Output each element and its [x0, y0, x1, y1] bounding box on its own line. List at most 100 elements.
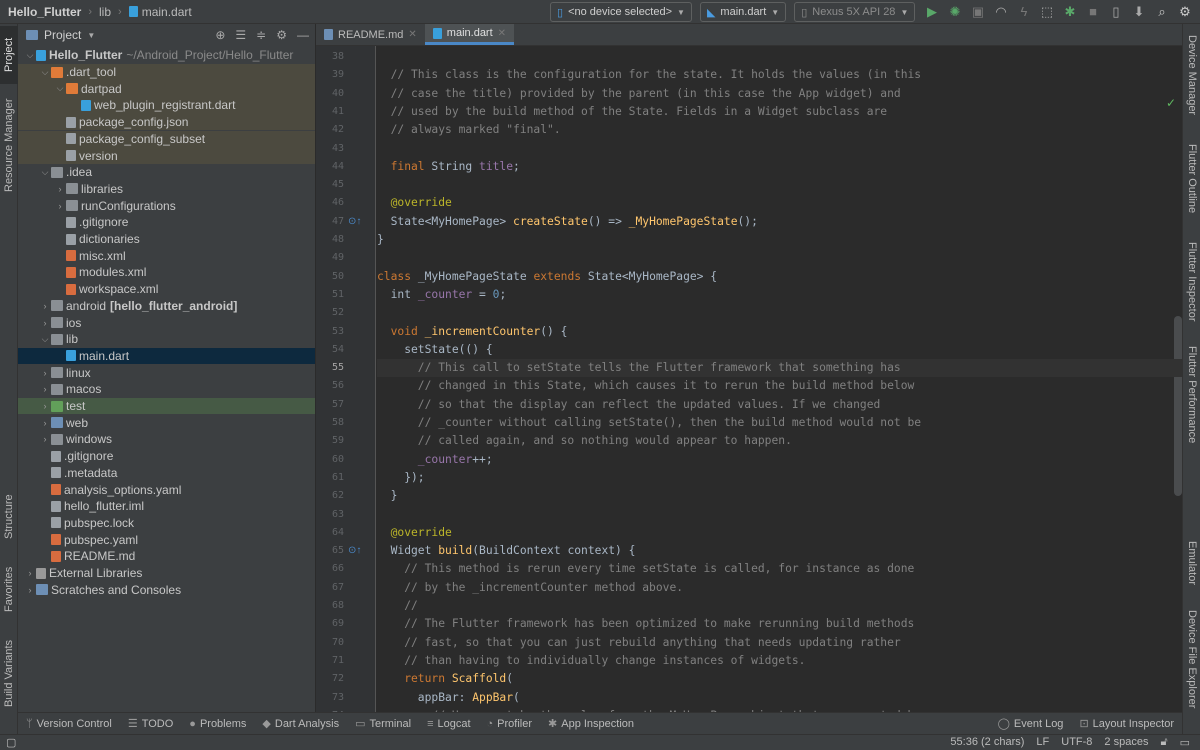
code-line[interactable]: Widget build(BuildContext context) {	[377, 542, 1182, 560]
chevron-right-icon[interactable]: ›	[39, 318, 51, 328]
tool-window-app-inspection[interactable]: ✱ App Inspection	[540, 717, 642, 731]
code-line[interactable]	[377, 304, 1182, 322]
code-line[interactable]: // so that the display can reflect the u…	[377, 396, 1182, 414]
locate-file-icon[interactable]: ⊕	[215, 28, 225, 42]
chevron-right-icon[interactable]: ›	[39, 434, 51, 444]
tab-device-manager[interactable]: Device Manager	[1183, 30, 1200, 120]
run-icon[interactable]: ▶	[925, 3, 939, 21]
code-line[interactable]: int _counter = 0;	[377, 286, 1182, 304]
breadcrumb-file[interactable]: main.dart	[142, 5, 192, 19]
chevron-right-icon[interactable]: ›	[39, 301, 51, 311]
line-separator[interactable]: LF	[1036, 736, 1049, 749]
device-manager-icon[interactable]: ▯	[1109, 3, 1123, 21]
chevron-right-icon[interactable]: ›	[54, 184, 66, 194]
file-encoding[interactable]: UTF-8	[1061, 736, 1092, 749]
caret-position[interactable]: 55:36 (2 chars)	[950, 736, 1024, 749]
code-line[interactable]	[377, 249, 1182, 267]
code-line[interactable]: setState(() {	[377, 341, 1182, 359]
code-line[interactable]: // called again, and so nothing would ap…	[377, 432, 1182, 450]
flutter-attach-icon[interactable]: ✱	[1063, 3, 1077, 21]
code-line[interactable]: // by the _incrementCounter method above…	[377, 579, 1182, 597]
code-line[interactable]: // changed in this State, which causes i…	[377, 377, 1182, 395]
tree-item[interactable]: web_plugin_registrant.dart	[18, 97, 315, 114]
tool-window-terminal[interactable]: ▭ Terminal	[347, 717, 419, 731]
tab-favorites[interactable]: Favorites	[0, 556, 18, 622]
editor-tab[interactable]: main.dart ✕	[424, 24, 515, 45]
tool-window-version-control[interactable]: ᛘ Version Control	[18, 718, 120, 730]
code-line[interactable]: // always marked "final".	[377, 121, 1182, 139]
chevron-right-icon[interactable]: ›	[54, 201, 66, 211]
tree-item[interactable]: version	[18, 147, 315, 164]
tree-item[interactable]: › macos	[18, 381, 315, 398]
chevron-right-icon[interactable]: ›	[24, 585, 36, 595]
run-config-selector[interactable]: ◣ main.dart ▼	[699, 2, 787, 22]
code-editor[interactable]: ✓ // This class is the configuration for…	[377, 46, 1182, 712]
tree-item[interactable]: analysis_options.yaml	[18, 481, 315, 498]
chevron-right-icon[interactable]: ›	[39, 384, 51, 394]
code-line[interactable]: // case the title) provided by the paren…	[377, 85, 1182, 103]
code-line[interactable]: }	[377, 231, 1182, 249]
tree-item[interactable]: › runConfigurations	[18, 197, 315, 214]
tab-flutter-inspector[interactable]: Flutter Inspector	[1183, 234, 1200, 330]
code-line[interactable]: // used by the build method of the State…	[377, 103, 1182, 121]
code-line[interactable]: //	[377, 597, 1182, 615]
breadcrumb-folder[interactable]: lib	[99, 5, 111, 19]
profile-icon[interactable]: ◠	[994, 3, 1008, 21]
tree-item[interactable]: .metadata	[18, 465, 315, 482]
code-line[interactable]: // This method is rerun every time setSt…	[377, 560, 1182, 578]
tree-item[interactable]: › web	[18, 414, 315, 431]
run-coverage-icon[interactable]: ▣	[971, 3, 985, 21]
code-line[interactable]: // _counter without calling setState(), …	[377, 414, 1182, 432]
tab-emulator[interactable]: Emulator	[1183, 534, 1200, 592]
hide-panel-icon[interactable]: —	[297, 28, 309, 42]
close-icon[interactable]: ✕	[498, 28, 506, 39]
chevron-down-icon[interactable]: ⌵	[39, 167, 51, 178]
tab-flutter-performance[interactable]: Flutter Performance	[1183, 340, 1200, 450]
chevron-down-icon[interactable]: ⌵	[39, 67, 51, 78]
tree-item[interactable]: ⌵ .dart_tool	[18, 63, 315, 81]
chevron-right-icon[interactable]: ›	[39, 401, 51, 411]
tree-item[interactable]: main.dart	[18, 347, 315, 365]
tree-item[interactable]: › ios	[18, 314, 315, 331]
tree-item[interactable]: ⌵ lib	[18, 331, 315, 348]
tool-window-profiler[interactable]: ◔ Profiler	[479, 718, 541, 730]
breadcrumb-project[interactable]: Hello_Flutter	[8, 5, 81, 19]
code-line[interactable]	[377, 48, 1182, 66]
code-line[interactable]: // The Flutter framework has been optimi…	[377, 615, 1182, 633]
stop-icon[interactable]: ■	[1086, 3, 1100, 21]
code-line[interactable]: _counter++;	[377, 451, 1182, 469]
tab-device-file-explorer[interactable]: Device File Explorer	[1183, 604, 1200, 714]
collapse-all-icon[interactable]: ≑	[256, 28, 266, 42]
tree-item[interactable]: workspace.xml	[18, 281, 315, 298]
tab-flutter-outline[interactable]: Flutter Outline	[1183, 134, 1200, 224]
read-only-lock-icon[interactable]: 🔓︎	[1160, 736, 1167, 749]
tree-item[interactable]: .gitignore	[18, 214, 315, 231]
tree-item[interactable]: ⌵ dartpad	[18, 80, 315, 98]
tool-window-layout-inspector[interactable]: ⊡ Layout Inspector	[1071, 717, 1182, 731]
editor-tab[interactable]: README.md ✕	[316, 24, 425, 45]
debug-icon[interactable]: ✺	[948, 3, 962, 21]
code-line[interactable]	[377, 176, 1182, 194]
code-line[interactable]: // than having to individually change in…	[377, 652, 1182, 670]
sdk-manager-icon[interactable]: ⬇	[1132, 3, 1146, 21]
indent-setting[interactable]: 2 spaces	[1104, 736, 1148, 749]
tree-item[interactable]: ⌵ .idea	[18, 164, 315, 181]
chevron-down-icon[interactable]: ⌵	[24, 50, 36, 61]
tree-item[interactable]: › windows	[18, 431, 315, 448]
tree-item[interactable]: package_config_subset	[18, 130, 315, 148]
code-line[interactable]	[377, 140, 1182, 158]
code-line[interactable]: // This class is the configuration for t…	[377, 66, 1182, 84]
toggle-tool-windows-icon[interactable]: ▢	[0, 736, 16, 749]
tree-item[interactable]: README.md	[18, 548, 315, 565]
tree-item[interactable]: › android [hello_flutter_android]	[18, 298, 315, 315]
code-line[interactable]: class _MyHomePageState extends State<MyH…	[377, 268, 1182, 286]
code-line[interactable]: void _incrementCounter() {	[377, 323, 1182, 341]
code-line[interactable]: @override	[377, 194, 1182, 212]
override-marker-icon[interactable]: ⊙↑	[348, 216, 361, 227]
tree-item[interactable]: dictionaries	[18, 231, 315, 248]
gear-icon[interactable]: ⚙	[276, 28, 287, 42]
code-line[interactable]: final String title;	[377, 158, 1182, 176]
code-line[interactable]: // This call to setState tells the Flutt…	[377, 359, 1182, 378]
expand-all-icon[interactable]: ☰	[235, 28, 246, 42]
chevron-right-icon[interactable]: ›	[39, 368, 51, 378]
